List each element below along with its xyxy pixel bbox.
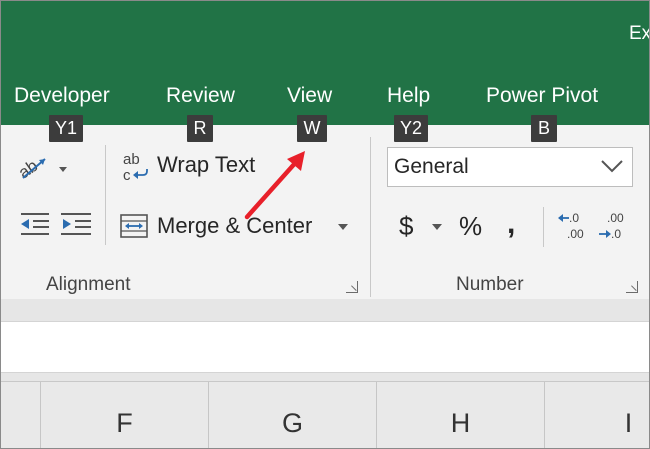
merge-center-label: Merge & Center bbox=[157, 213, 313, 238]
tab-help[interactable]: Help bbox=[387, 84, 430, 108]
svg-text:.00: .00 bbox=[567, 227, 584, 241]
alignment-dialog-launcher-icon[interactable] bbox=[346, 281, 358, 293]
formula-area bbox=[1, 299, 649, 381]
currency-dropdown-icon[interactable] bbox=[431, 223, 443, 231]
increase-indent-button[interactable] bbox=[59, 211, 93, 237]
decrease-indent-button[interactable] bbox=[19, 211, 51, 237]
window-title: Ex bbox=[629, 23, 650, 44]
tab-developer[interactable]: Developer bbox=[14, 84, 110, 108]
ribbon-separator bbox=[105, 145, 106, 245]
alignment-group-label: Alignment bbox=[46, 274, 131, 295]
svg-text:ab: ab bbox=[17, 156, 41, 182]
comma-icon: , bbox=[507, 207, 516, 240]
svg-text:ab: ab bbox=[123, 151, 140, 168]
column-header-g[interactable]: G bbox=[209, 382, 377, 448]
currency-icon: $ bbox=[399, 211, 414, 241]
keytip-help: Y2 bbox=[394, 115, 428, 142]
merge-center-icon bbox=[120, 214, 148, 238]
group-separator bbox=[370, 137, 371, 297]
wrap-text-label: Wrap Text bbox=[157, 152, 256, 177]
currency-format-button[interactable]: $ bbox=[397, 209, 447, 245]
comma-style-button[interactable]: , bbox=[503, 207, 527, 245]
increase-indent-icon bbox=[61, 213, 91, 235]
column-headers: F G H I bbox=[1, 381, 649, 448]
column-header-i[interactable]: I bbox=[545, 382, 649, 448]
svg-text:.00: .00 bbox=[607, 211, 624, 225]
percent-icon: % bbox=[459, 211, 483, 241]
ribbon-separator bbox=[543, 207, 544, 247]
increase-decimal-icon: .0 .00 bbox=[558, 211, 584, 241]
merge-center-dropdown-icon[interactable] bbox=[337, 223, 349, 231]
decrease-indent-icon bbox=[21, 213, 49, 235]
column-header-f[interactable]: F bbox=[41, 382, 209, 448]
wrap-text-button[interactable]: ab c Wrap Text bbox=[121, 149, 271, 185]
svg-text:.0: .0 bbox=[611, 227, 621, 241]
decrease-decimal-icon: .00 .0 bbox=[599, 211, 624, 241]
column-header-h[interactable]: H bbox=[377, 382, 545, 448]
percent-style-button[interactable]: % bbox=[457, 209, 491, 245]
number-group-label: Number bbox=[456, 274, 524, 295]
wrap-text-icon: ab c bbox=[123, 151, 148, 183]
keytip-view: W bbox=[297, 115, 327, 142]
orientation-button[interactable]: ab bbox=[15, 151, 73, 183]
keytip-power-pivot: B bbox=[531, 115, 557, 142]
excel-window: Ex Developer Review View Help Power Pivo… bbox=[0, 0, 650, 449]
chevron-down-icon bbox=[601, 160, 623, 173]
number-dialog-launcher-icon[interactable] bbox=[626, 281, 638, 293]
keytip-developer: Y1 bbox=[49, 115, 83, 142]
svg-text:.0: .0 bbox=[569, 211, 579, 225]
decrease-decimal-button[interactable]: .00 .0 bbox=[597, 209, 631, 243]
tab-review[interactable]: Review bbox=[166, 84, 235, 108]
svg-text:c: c bbox=[123, 167, 131, 183]
column-header-e[interactable] bbox=[1, 382, 41, 448]
number-format-dropdown[interactable]: General bbox=[387, 147, 633, 187]
title-bar: Ex Developer Review View Help Power Pivo… bbox=[1, 1, 650, 125]
orientation-icon: ab bbox=[15, 156, 67, 182]
ribbon: ab ab c Wrap Text Merge & Center Alignme… bbox=[1, 125, 649, 300]
merge-center-button[interactable]: Merge & Center bbox=[119, 209, 359, 245]
tab-power-pivot[interactable]: Power Pivot bbox=[486, 84, 598, 108]
number-format-value: General bbox=[394, 155, 469, 178]
increase-decimal-button[interactable]: .0 .00 bbox=[557, 209, 589, 243]
tab-view[interactable]: View bbox=[287, 84, 332, 108]
keytip-review: R bbox=[187, 115, 213, 142]
formula-bar[interactable] bbox=[1, 321, 649, 373]
